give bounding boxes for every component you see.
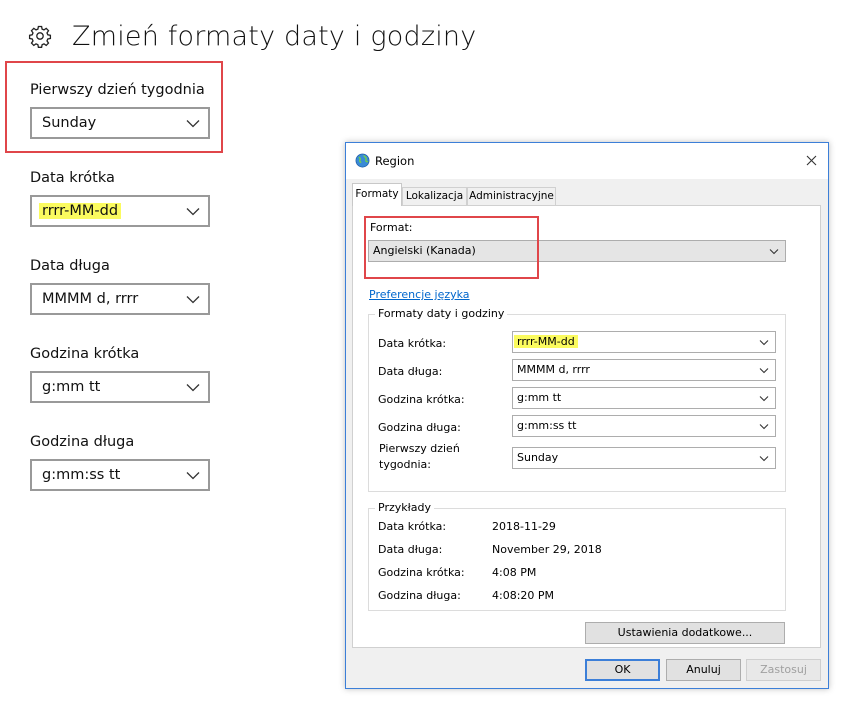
example-value: 2018-11-29 [492,520,556,533]
group-legend: Formaty daty i godziny [375,307,508,320]
tab-lokalizacja[interactable]: Lokalizacja [402,187,467,205]
long-time-label: Godzina długa: [378,421,461,434]
chevron-down-icon [186,472,200,480]
example-value: November 29, 2018 [492,543,602,556]
setting-short-date: Data krótka rrrr-MM-dd [30,168,210,227]
setting-long-date: Data długa MMMM d, rrrr [30,256,210,315]
additional-settings-button[interactable]: Ustawienia dodatkowe... [585,622,785,644]
setting-label: Godzina długa [30,434,135,450]
long-date-label: Data długa: [378,365,443,378]
short-date-select[interactable]: rrrr-MM-dd [30,195,210,227]
short-time-label: Godzina krótka: [378,393,465,406]
select-value: g:mm tt [42,379,101,395]
example-label: Godzina krótka: [378,566,465,579]
ok-button[interactable]: OK [585,659,660,681]
setting-label: Data krótka [30,170,115,186]
gear-icon [28,25,52,48]
dialog-title: Region [375,154,415,168]
select-value: Sunday [42,115,97,131]
select-value: MMMM d, rrrr [42,291,139,307]
example-value: 4:08 PM [492,566,537,579]
tab-formaty[interactable]: Formaty [352,183,402,206]
short-date-combo[interactable]: rrrr-MM-dd [512,331,776,353]
formats-tab-panel: Format: Angielski (Kanada) Preferencje j… [352,205,821,648]
select-value: rrrr-MM-dd [39,203,122,219]
highlight-outline-format [364,216,539,279]
example-label: Data długa: [378,543,443,556]
page-header: Zmień formaty daty i godziny [28,16,476,56]
setting-label: Data długa [30,258,110,274]
chevron-down-icon [769,249,779,255]
first-day-label-line1: Pierwszy dzień [379,442,460,455]
apply-button: Zastosuj [746,659,821,681]
first-day-select[interactable]: Sunday [30,107,210,139]
combo-value: rrrr-MM-dd [514,335,578,348]
tab-administracyjne[interactable]: Administracyjne [467,187,556,205]
setting-short-time: Godzina krótka g:mm tt [30,344,210,403]
short-time-select[interactable]: g:mm tt [30,371,210,403]
example-value: 4:08:20 PM [492,589,555,602]
short-time-combo[interactable]: g:mm tt [512,387,776,409]
dialog-titlebar[interactable]: Region [346,143,828,179]
group-legend: Przykłady [375,501,434,514]
setting-long-time: Godzina długa g:mm:ss tt [30,432,210,491]
date-time-formats-group: Formaty daty i godziny Data krótka: rrrr… [368,307,786,492]
long-time-select[interactable]: g:mm:ss tt [30,459,210,491]
chevron-down-icon [759,396,769,402]
language-preferences-link[interactable]: Preferencje języka [369,288,470,301]
close-icon[interactable] [806,155,817,166]
examples-group: Przykłady Data krótka: 2018-11-29 Data d… [368,501,786,611]
combo-value: MMMM d, rrrr [517,363,590,376]
chevron-down-icon [759,424,769,430]
long-time-combo[interactable]: g:mm:ss tt [512,415,776,437]
first-day-combo[interactable]: Sunday [512,447,776,469]
long-date-select[interactable]: MMMM d, rrrr [30,283,210,315]
chevron-down-icon [759,368,769,374]
example-label: Data krótka: [378,520,447,533]
setting-label: Pierwszy dzień tygodnia [30,82,205,98]
combo-value: Sunday [517,451,559,464]
combo-value: g:mm tt [517,391,562,404]
example-label: Godzina długa: [378,589,461,602]
chevron-down-icon [186,384,200,392]
setting-first-day: Pierwszy dzień tygodnia Sunday [30,80,210,139]
first-day-label-line2: tygodnia: [379,458,431,471]
page-title: Zmień formaty daty i godziny [72,20,477,52]
chevron-down-icon [186,208,200,216]
globe-icon [355,153,370,168]
select-value: g:mm:ss tt [42,467,121,483]
setting-label: Godzina krótka [30,346,140,362]
cancel-button[interactable]: Anuluj [666,659,741,681]
chevron-down-icon [759,340,769,346]
short-date-label: Data krótka: [378,337,447,350]
chevron-down-icon [759,456,769,462]
combo-value: g:mm:ss tt [517,419,577,432]
long-date-combo[interactable]: MMMM d, rrrr [512,359,776,381]
chevron-down-icon [186,120,200,128]
region-dialog: Region Formaty Lokalizacja Administracyj… [345,142,829,689]
chevron-down-icon [186,296,200,304]
